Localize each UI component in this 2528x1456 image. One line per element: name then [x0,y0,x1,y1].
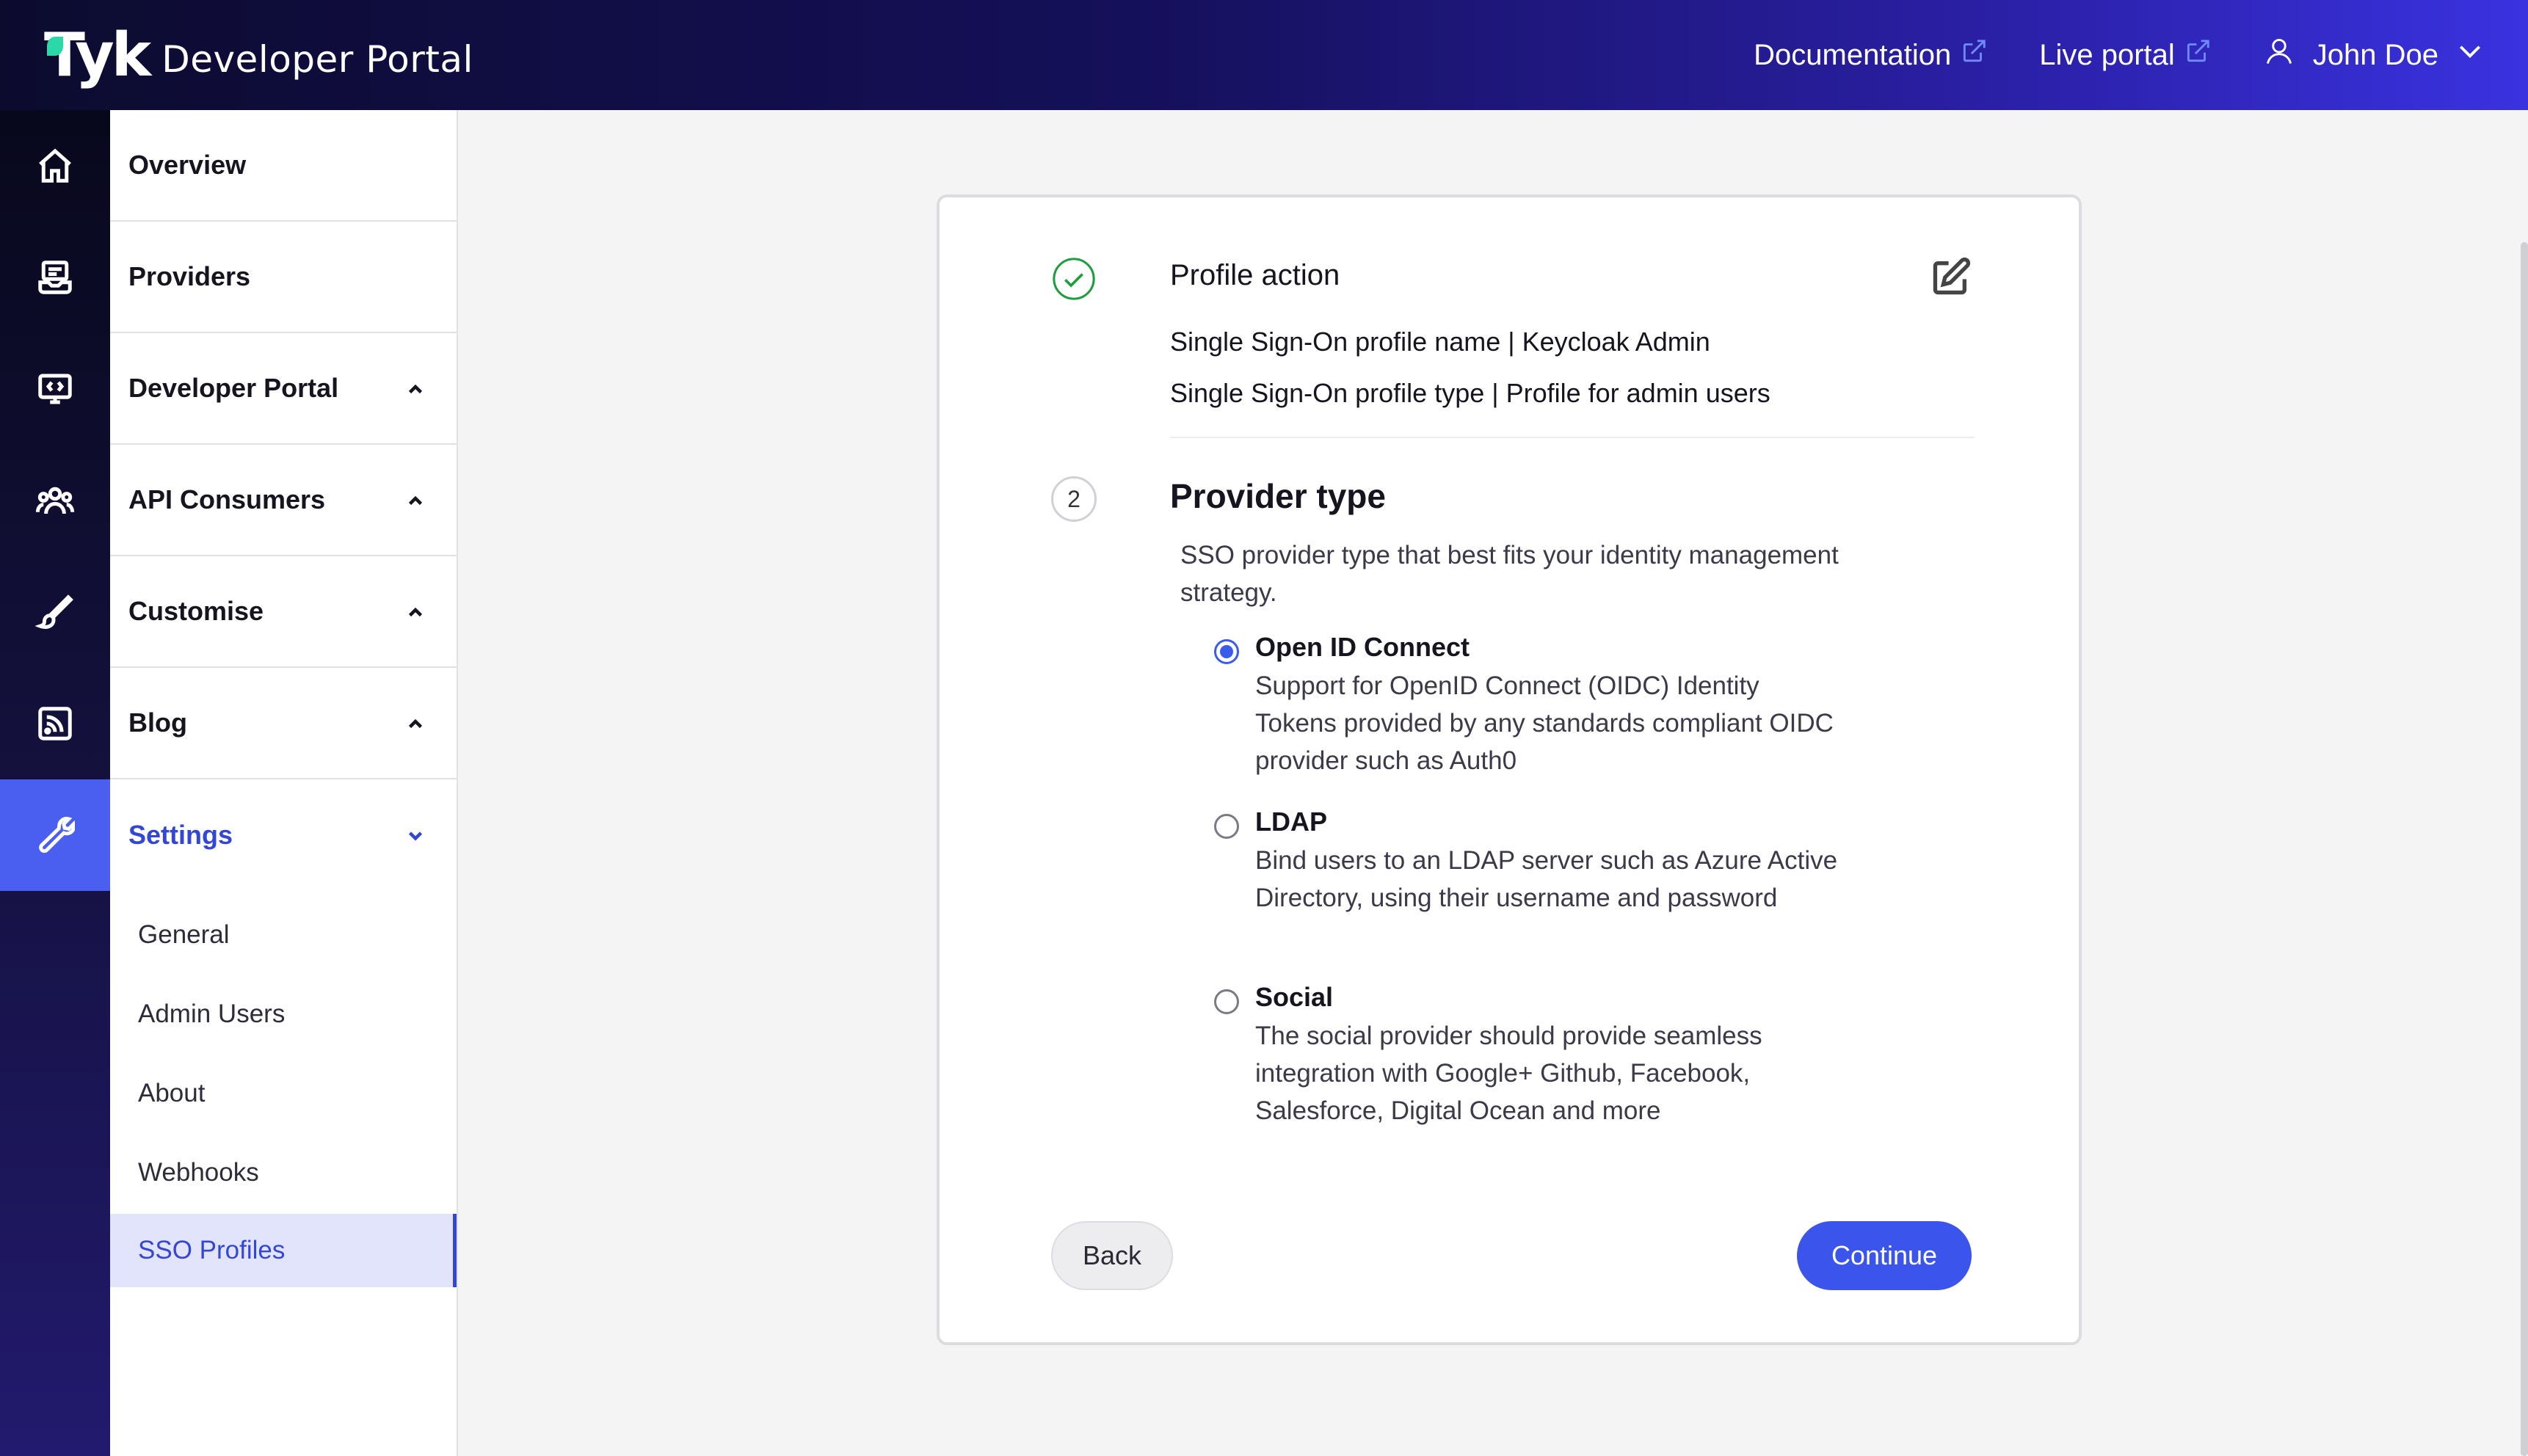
rail-customise[interactable] [0,556,110,668]
sidebar-item-providers[interactable]: Providers [110,222,457,333]
sidebar-item-label: Settings [128,820,233,850]
submenu-item-webhooks[interactable]: Webhooks [110,1136,457,1209]
back-button[interactable]: Back [1051,1221,1173,1290]
submenu-item-sso-profiles[interactable]: SSO Profiles [110,1214,457,1287]
option-description: Support for OpenID Connect (OIDC) Identi… [1255,671,1834,775]
sidebar-item-blog[interactable]: Blog [110,668,457,779]
option-title: Social [1255,982,1334,1012]
step-number-badge: 2 [1051,476,1097,522]
submenu-item-label: About [138,1079,206,1107]
top-header: Tyk Developer Portal Documentation Live … [0,0,2528,110]
live-portal-link[interactable]: Live portal [2039,37,2212,73]
rail-settings[interactable] [0,779,110,891]
sidebar-item-customise[interactable]: Customise [110,556,457,668]
step1-title: Profile action [1170,259,1340,291]
step-divider [1170,437,1975,438]
sidebar-item-developer-portal[interactable]: Developer Portal [110,333,457,445]
external-link-icon [1960,37,1988,73]
option-title: Open ID Connect [1255,632,1470,662]
documentation-link[interactable]: Documentation [1754,37,1988,73]
option-title: LDAP [1255,807,1327,837]
external-link-icon [2184,37,2212,73]
sidebar-menu: Overview Providers Developer Portal API … [110,110,458,1456]
user-icon [2263,35,2295,75]
customise-brush-icon [35,594,73,629]
rail-home[interactable] [0,110,110,222]
sidebar-item-label: Customise [128,596,264,626]
sidebar-item-settings[interactable]: Settings [110,779,457,891]
option-description: The social provider should provide seaml… [1255,1022,1762,1125]
chevron-down-icon [2456,37,2484,73]
icon-rail [0,110,110,1456]
rail-blog[interactable] [0,668,110,779]
home-icon [39,148,71,183]
rail-providers[interactable] [0,222,110,333]
live-portal-link-label: Live portal [2039,38,2175,71]
logo-leaf-icon [47,37,63,56]
chevron-up-icon [402,599,429,625]
chevron-down-icon [402,822,429,848]
submenu-item-about[interactable]: About [110,1057,457,1130]
option-description: Bind users to an LDAP server such as Azu… [1255,846,1838,912]
settings-wrench-icon [39,817,75,853]
logo-text: Tyk [44,21,151,90]
sidebar-item-label: Blog [128,707,187,738]
providers-icon [38,261,72,294]
logo-wordmark: Tyk [44,21,151,90]
sidebar-item-api-consumers[interactable]: API Consumers [110,445,457,556]
continue-button[interactable]: Continue [1797,1221,1972,1290]
radio-social[interactable] [1214,989,1239,1014]
edit-icon[interactable] [1929,256,1972,299]
chevron-up-icon [402,487,429,514]
user-name: John Doe [2312,38,2438,71]
chevron-up-icon [402,710,429,737]
profile-name-summary: Single Sign-On profile name | Keycloak A… [1170,327,1710,357]
profile-type-summary: Single Sign-On profile type | Profile fo… [1170,378,1770,408]
step2-title: Provider type [1170,477,1386,515]
radio-open-id-connect[interactable] [1214,639,1239,664]
documentation-link-label: Documentation [1754,38,1952,71]
sidebar-item-label: API Consumers [128,484,326,514]
user-menu[interactable]: John Doe [2263,35,2484,75]
rail-api-consumers[interactable] [0,445,110,556]
chevron-up-icon [402,376,429,402]
submenu-item-label: Webhooks [138,1158,259,1187]
sidebar-item-label: Developer Portal [128,373,339,403]
rail-developer-portal[interactable] [0,333,110,445]
blog-rss-icon [38,707,72,740]
sidebar-item-label: Providers [128,261,251,291]
page-scrollbar[interactable] [2521,242,2528,1456]
submenu-item-admin-users[interactable]: Admin Users [110,978,457,1051]
header-links: Documentation Live portal John Doe [1754,0,2484,110]
sso-wizard-card: Profile action Single Sign-On profile na… [937,194,2082,1345]
sidebar-item-overview[interactable]: Overview [110,110,457,222]
submenu-item-general[interactable]: General [110,898,457,972]
step2-description: SSO provider type that best fits your id… [1180,541,1839,607]
radio-ldap[interactable] [1214,814,1239,839]
submenu-item-label: Admin Users [138,1000,286,1028]
submenu-item-label: General [138,920,230,949]
tyk-logo[interactable]: Tyk Developer Portal [44,21,473,90]
developer-portal-icon [38,374,72,404]
step-complete-check-icon [1051,256,1097,302]
submenu-item-label: SSO Profiles [138,1236,286,1264]
api-consumers-icon [35,487,75,514]
sidebar-item-label: Overview [128,150,247,180]
app-title: Developer Portal [161,37,473,81]
